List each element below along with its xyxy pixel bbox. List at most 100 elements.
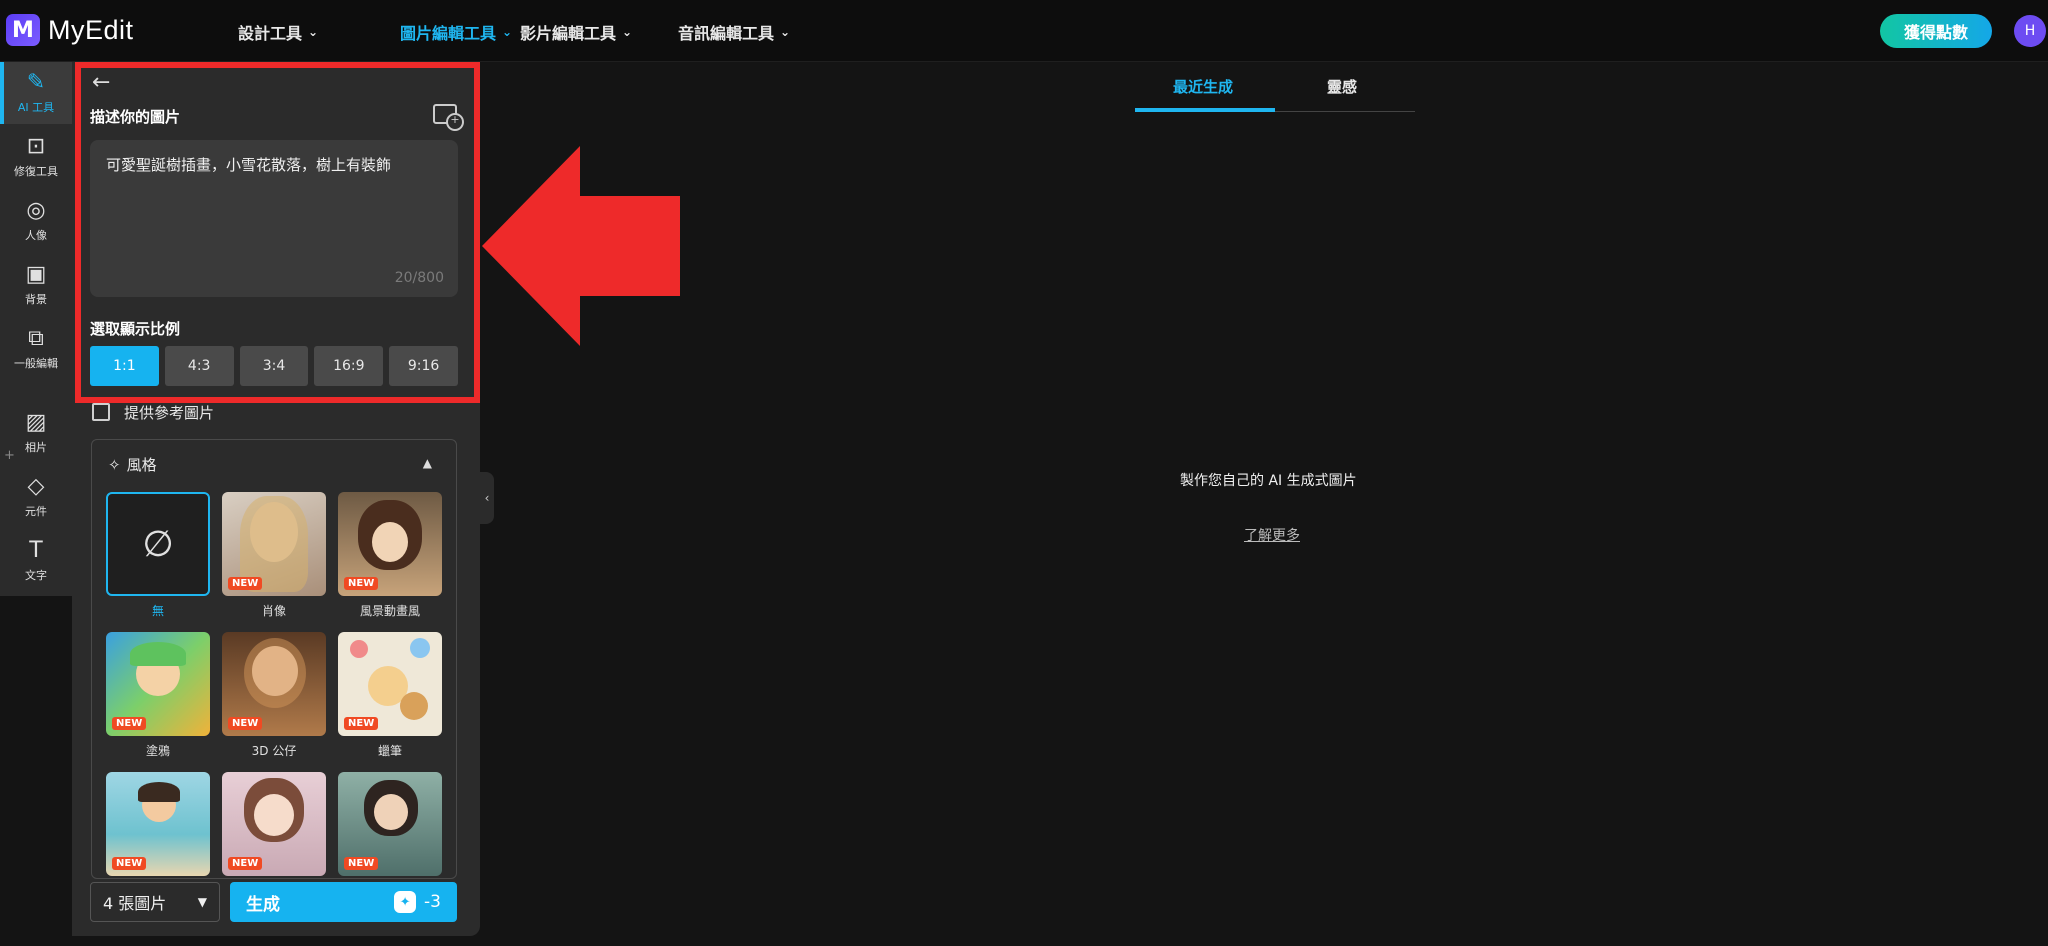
style-thumbnail: NEW [338,492,442,596]
collapse-panel-handle[interactable]: ‹ [480,472,494,524]
nav-label: 設計工具 [238,24,303,43]
rail-label: 一般編輯 [14,357,58,370]
reference-image-label: 提供參考圖片 [124,404,215,422]
nav-design-tools[interactable]: 設計工具 ⌄ [238,20,318,44]
crop-icon: ⧉ [28,326,44,351]
style-item-9[interactable]: NEW [338,772,442,878]
rail-item-general-edit[interactable]: ⧉ 一般編輯 [0,318,72,380]
style-section: ✧ 風格 ▲ ∅ 無 NEW 肖像 NEW 風景動畫風 NEW 塗鴉 NEW 3… [91,439,457,879]
cost-value: -3 [424,892,441,912]
rail-label: 相片 [25,441,47,454]
style-thumbnail: NEW [222,772,326,876]
myedit-logo-icon: M [6,14,40,46]
new-badge: NEW [228,857,263,870]
caret-down-icon: ▼ [197,895,207,909]
new-badge: NEW [344,857,379,870]
tab-underline [1135,108,1275,112]
style-thumbnail: NEW [338,772,442,876]
style-label: 3D 公仔 [251,744,297,758]
rail-label: 元件 [25,505,47,518]
nav-audio-tools[interactable]: 音訊編輯工具 ⌄ [678,20,790,44]
reference-image-checkbox[interactable] [92,403,110,421]
style-label: 肖像 [261,604,286,618]
tab-inspiration[interactable]: 靈感 [1327,76,1357,97]
shapes-icon: ◇ [27,474,45,499]
rail-label: 人像 [25,229,47,242]
rail-item-ai-tools[interactable]: ✎ AI 工具 [0,62,72,124]
top-bar: M MyEdit 設計工具 ⌄ 圖片編輯工具 ⌄ 影片編輯工具 ⌄ 音訊編輯工具 ⌄ 獲… [0,0,2048,62]
style-label: 風景動畫風 [359,604,420,618]
style-thumbnail: NEW [106,632,210,736]
generate-label: 生成 [246,894,280,915]
caret-up-icon[interactable]: ▲ [423,456,432,470]
rail-label: 文字 [25,569,47,582]
chevron-down-icon: ⌄ [502,25,513,39]
chevron-down-icon: ⌄ [308,25,319,39]
generate-cost: ✦ -3 [394,891,441,913]
style-label: 風格 [126,456,157,474]
highlight-box [75,62,480,403]
style-thumbnail: NEW [106,772,210,876]
style-item-7[interactable]: NEW [106,772,210,878]
nav-video-tools[interactable]: 影片編輯工具 ⌄ [520,20,632,44]
new-badge: NEW [228,717,263,730]
nav-label: 音訊編輯工具 [678,24,775,43]
empty-state-message: 製作您自己的 AI 生成式圖片 [1180,473,1357,489]
new-badge: NEW [228,577,263,590]
new-badge: NEW [344,577,379,590]
style-label: 蠟筆 [377,744,402,758]
nav-label: 影片編輯工具 [520,24,617,43]
style-header[interactable]: ✧ 風格 [108,454,157,475]
image-count-select[interactable]: 4 張圖片 ▼ [90,882,220,922]
style-label: 塗鴉 [145,744,170,758]
learn-more-link[interactable]: 了解更多 [1244,525,1300,545]
nav-label: 圖片編輯工具 [400,24,497,43]
chevron-down-icon: ⌄ [780,25,791,39]
avatar[interactable]: H [2014,15,2046,47]
style-label: 無 [151,604,164,618]
red-arrow-icon [482,146,680,346]
rail-item-text[interactable]: T 文字 [0,530,72,592]
portrait-icon: ◎ [26,198,46,223]
rail-label: AI 工具 [17,101,55,114]
chevron-down-icon: ⌄ [622,25,633,39]
style-portrait[interactable]: NEW 肖像 [222,492,326,619]
style-3d-figure[interactable]: NEW 3D 公仔 [222,632,326,759]
credit-icon: ✦ [394,891,417,913]
results-tabs: 最近生成 靈感 [1135,68,1415,112]
rail-item-photo[interactable]: ▨ 相片 [0,402,72,464]
tab-recent[interactable]: 最近生成 [1173,76,1233,97]
new-badge: NEW [112,857,147,870]
style-none[interactable]: ∅ 無 [106,492,210,619]
style-thumbnail: NEW [222,632,326,736]
style-item-8[interactable]: NEW [222,772,326,878]
rail-label: 背景 [25,293,47,306]
chevron-left-icon: ‹ [484,491,490,505]
brand-name: MyEdit [48,14,134,45]
style-graffiti[interactable]: NEW 塗鴉 [106,632,210,759]
photo-icon: ▨ [25,410,47,435]
image-count-value: 4 張圖片 [103,894,167,913]
style-landscape-anime[interactable]: NEW 風景動畫風 [338,492,442,619]
generate-button[interactable]: 生成 ✦ -3 [230,882,457,922]
rail-item-background[interactable]: ▣ 背景 [0,254,72,316]
magic-wand-icon: ✧ [108,455,121,474]
nav-image-tools[interactable]: 圖片編輯工具 ⌄ [400,20,512,44]
tool-rail: ✎ AI 工具 ⊡ 修復工具 ◎ 人像 ▣ 背景 ⧉ 一般編輯 + ▨ 相片 ◇… [0,62,72,596]
new-badge: NEW [112,717,147,730]
new-badge: NEW [344,717,379,730]
brand-logo[interactable]: M MyEdit [6,14,134,46]
background-icon: ▣ [25,262,47,287]
image-fix-icon: ⊡ [26,134,46,159]
none-icon: ∅ [106,492,210,596]
rail-item-portrait[interactable]: ◎ 人像 [0,190,72,252]
rail-item-repair-tools[interactable]: ⊡ 修復工具 [0,126,72,188]
text-icon: T [29,538,43,563]
style-thumbnail: NEW [222,492,326,596]
style-thumbnail: NEW [338,632,442,736]
rail-label: 修復工具 [14,165,58,178]
get-points-button[interactable]: 獲得點數 [1880,14,1992,48]
magic-wand-icon: ✎ [26,70,46,95]
style-crayon[interactable]: NEW 蠟筆 [338,632,442,759]
rail-item-elements[interactable]: ◇ 元件 [0,466,72,528]
